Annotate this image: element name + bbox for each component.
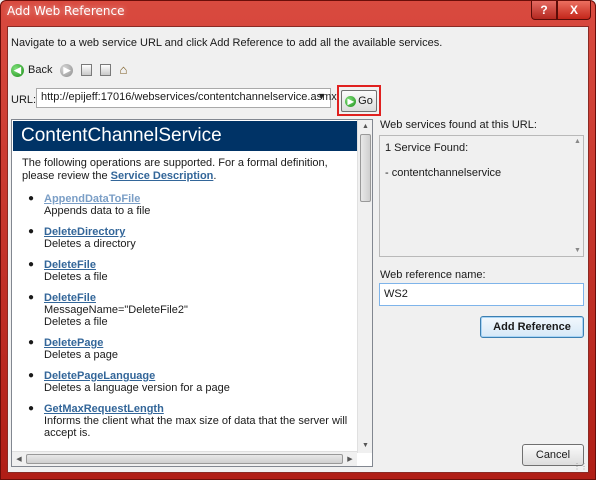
back-label: Back (28, 64, 53, 76)
scroll-down-icon[interactable]: ▼ (574, 247, 581, 254)
dialog-window: Add Web Reference ? X Navigate to a web … (0, 0, 596, 480)
operation-link[interactable]: DeleteDirectory (44, 226, 356, 238)
services-found-count: 1 Service Found: (385, 142, 469, 154)
intro-end: . (213, 170, 217, 182)
scroll-down-icon[interactable]: ▼ (358, 439, 372, 453)
operation-link[interactable]: DeletePage (44, 337, 356, 349)
operation-item: ● DeletePageLanguage Deletes a language … (26, 370, 356, 394)
reference-name-input[interactable]: WS2 (379, 283, 584, 306)
operation-description: Deletes a file (44, 271, 108, 283)
service-name-header: ContentChannelService (13, 121, 357, 151)
bullet-icon: ● (28, 370, 35, 381)
operation-description: Informs the client what the max size of … (44, 415, 348, 439)
operation-description: Deletes a page (44, 349, 118, 361)
horizontal-scroll-thumb[interactable] (26, 454, 343, 464)
home-icon[interactable]: ⌂ (119, 63, 127, 76)
operation-link[interactable]: GetMaxRequestLength (44, 403, 356, 415)
operation-description: Deletes a language version for a page (44, 382, 230, 394)
vertical-scrollbar[interactable]: ▲ ▼ (357, 120, 372, 453)
back-arrow-icon: ◀ (11, 63, 24, 77)
service-list-item[interactable]: - contentchannelservice (385, 167, 501, 179)
operation-item: ● DeleteFile Deletes a file (26, 259, 356, 283)
services-found-label: Web services found at this URL: (380, 119, 537, 131)
operations-list: ● AppendDataToFile Appends data to a fil… (26, 193, 356, 448)
resize-grip-icon[interactable]: ⋮⋮ (573, 462, 588, 471)
operation-link[interactable]: DeleteFile (44, 259, 356, 271)
vertical-scroll-thumb[interactable] (360, 134, 371, 202)
scroll-up-icon[interactable]: ▲ (574, 138, 581, 145)
operation-description: Deletes a file (44, 316, 108, 328)
horizontal-scrollbar[interactable]: ◀ ▶ (12, 451, 357, 466)
operation-link[interactable]: AppendDataToFile (44, 193, 356, 205)
scroll-left-icon[interactable]: ◀ (12, 452, 26, 466)
url-label: URL: (11, 94, 37, 106)
intro-text: The following operations are supported. … (22, 157, 352, 183)
close-button[interactable]: X (557, 1, 591, 20)
bullet-icon: ● (28, 292, 35, 303)
operation-link[interactable]: DeleteFile (44, 292, 356, 304)
operation-description: Deletes a directory (44, 238, 136, 250)
go-button[interactable]: ▶ Go (341, 90, 377, 112)
operation-link[interactable]: DeletePageLanguage (44, 370, 356, 382)
operation-item: ● DeleteDirectory Deletes a directory (26, 226, 356, 250)
service-browser-pane[interactable]: ContentChannelService The following oper… (11, 119, 373, 467)
bullet-icon: ● (28, 337, 35, 348)
go-label: Go (358, 95, 373, 107)
window-title: Add Web Reference (7, 4, 125, 18)
operation-item: ● AppendDataToFile Appends data to a fil… (26, 193, 356, 217)
go-arrow-icon: ▶ (345, 95, 357, 107)
back-button[interactable]: ◀ Back (11, 63, 53, 77)
services-scrollbar[interactable]: ▲ ▼ (573, 136, 583, 256)
scroll-up-icon[interactable]: ▲ (358, 120, 372, 134)
operation-item: ● GetMaxRequestLength Informs the client… (26, 403, 356, 439)
forward-arrow-icon[interactable]: ▶ (60, 63, 74, 77)
bullet-icon: ● (28, 193, 35, 204)
instructions-text: Navigate to a web service URL and click … (11, 37, 443, 49)
refresh-icon[interactable] (100, 64, 112, 76)
operation-message-name: MessageName="DeleteFile2" (44, 304, 188, 316)
chevron-down-icon[interactable]: ▼ (317, 91, 326, 101)
bullet-icon: ● (28, 259, 35, 270)
scroll-right-icon[interactable]: ▶ (343, 452, 357, 466)
add-reference-button[interactable]: Add Reference (480, 316, 584, 338)
bullet-icon: ● (28, 226, 35, 237)
navigation-toolbar: ◀ Back ▶ ⌂ (11, 60, 127, 80)
operation-item: ● DeleteFile MessageName="DeleteFile2" D… (26, 292, 356, 328)
operation-description: Appends data to a file (44, 205, 151, 217)
bullet-icon: ● (28, 403, 35, 414)
title-bar[interactable]: Add Web Reference ? X (1, 1, 595, 23)
stop-icon[interactable] (81, 64, 93, 76)
services-found-box[interactable]: 1 Service Found: - contentchannelservice… (379, 135, 584, 257)
service-description-link[interactable]: Service Description (111, 170, 214, 182)
url-input[interactable]: http://epijeff:17016/webservices/content… (36, 88, 337, 108)
operation-item: ● DeletePage Deletes a page (26, 337, 356, 361)
reference-name-label: Web reference name: (380, 269, 486, 281)
dialog-client-area: Navigate to a web service URL and click … (7, 26, 589, 473)
help-button[interactable]: ? (531, 1, 557, 20)
url-value: http://epijeff:17016/webservices/content… (41, 91, 337, 103)
